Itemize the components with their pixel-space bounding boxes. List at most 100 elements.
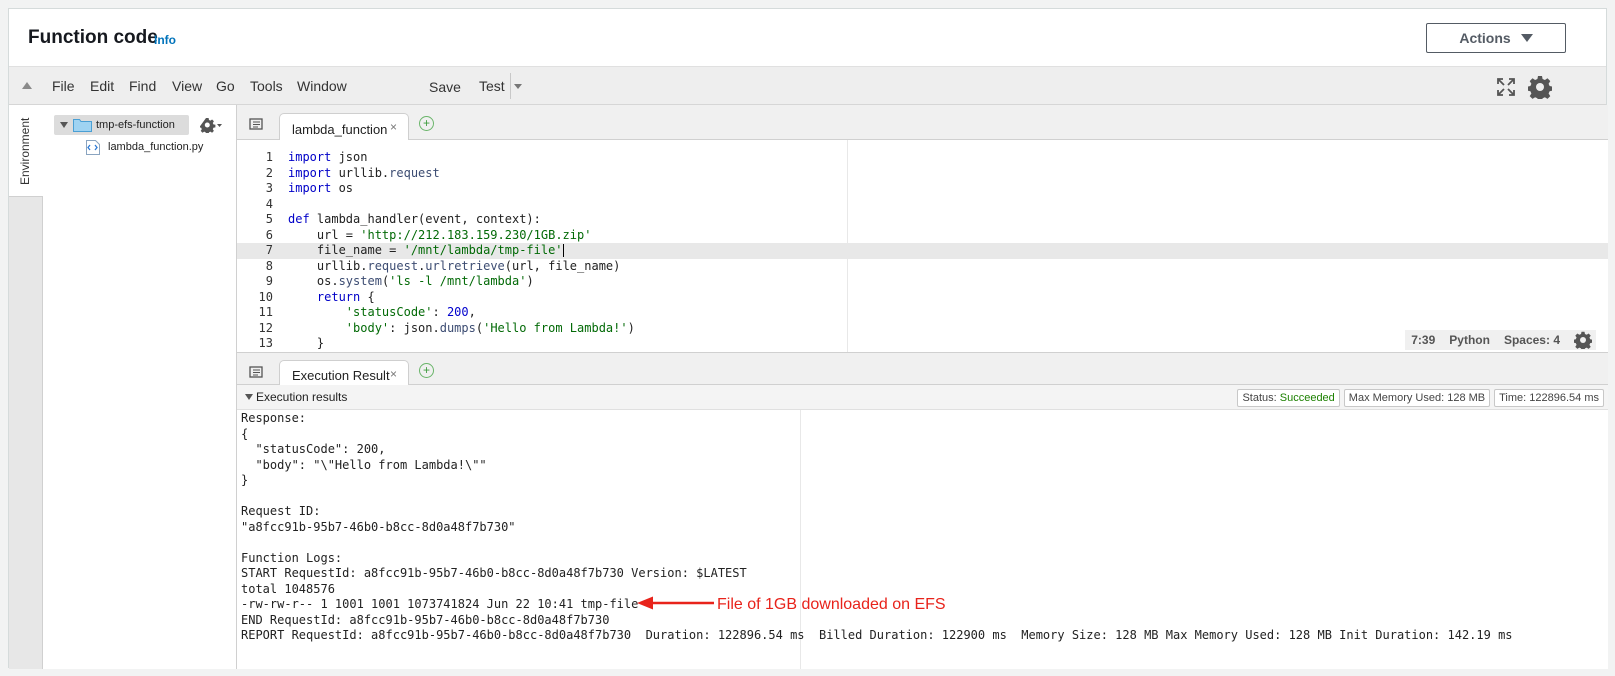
code-line[interactable]: 10 return {: [237, 290, 1608, 306]
environment-tab[interactable]: Environment: [9, 105, 43, 197]
output-line: START RequestId: a8fcc91b-95b7-46b0-b8cc…: [241, 566, 747, 580]
output-line: "a8fcc91b-95b7-46b0-b8cc-8d0a48f7b730": [241, 519, 516, 534]
line-number: 11: [258, 305, 273, 319]
max-memory-badge: Max Memory Used: 128 MB: [1343, 389, 1491, 407]
code-text: url = 'http://212.183.159.230/1GB.zip': [288, 227, 592, 242]
code-line[interactable]: 2 import urllib.request: [237, 166, 1608, 182]
menu-window[interactable]: Window: [297, 78, 347, 94]
test-button[interactable]: Test: [479, 78, 505, 94]
line-number: 6: [265, 227, 273, 242]
output-line: {: [241, 426, 249, 441]
annotation-arrow-icon: [637, 596, 714, 610]
code-text: file_name = '/mnt/lambda/tmp-file': [288, 243, 564, 257]
line-number: 2: [265, 165, 273, 180]
tree-root-folder[interactable]: tmp-efs-function: [54, 115, 189, 135]
close-icon[interactable]: ×: [390, 120, 397, 134]
code-line[interactable]: 13 }: [237, 336, 1608, 352]
result-tab-list-icon[interactable]: [249, 366, 263, 378]
editor-status-bar: 7:39 Python Spaces: 4: [1405, 330, 1596, 350]
output-line: Request ID:: [241, 504, 321, 518]
code-text: 'body': json.dumps('Hello from Lambda!'): [345, 320, 635, 335]
result-close-icon[interactable]: ×: [390, 367, 397, 381]
output-line: "body": "\"Hello from Lambda!\"": [241, 457, 487, 472]
file-tree: tmp-efs-function lambda_function.py: [43, 105, 237, 669]
code-text: def lambda_handler(event, context):: [288, 212, 541, 226]
code-line[interactable]: 12 'body': json.dumps('Hello from Lambda…: [237, 321, 1608, 337]
language-mode[interactable]: Python: [1449, 333, 1490, 347]
panel-header: Function code Info Actions: [9, 9, 1606, 66]
output-line: }: [241, 473, 249, 487]
status-badge: Status: Succeeded: [1237, 389, 1340, 407]
environment-tab-label: Environment: [18, 117, 32, 185]
menu-view[interactable]: View: [172, 78, 202, 94]
function-code-panel: Function code Info Actions File Edit Fin…: [8, 8, 1608, 669]
tab-execution-result[interactable]: Execution Result ×: [279, 360, 409, 386]
tree-root-label: tmp-efs-function: [96, 119, 175, 131]
tab-lambda-function[interactable]: lambda_function ×: [279, 113, 409, 141]
tab-list-icon[interactable]: [249, 118, 263, 130]
code-line[interactable]: 9 os.system('ls -l /mnt/lambda'): [237, 274, 1608, 290]
code-line[interactable]: 11 'statusCode': 200,: [237, 305, 1608, 321]
menu-go[interactable]: Go: [216, 78, 235, 94]
execution-output: Response:{ "statusCode": 200, "body": "\…: [237, 410, 1608, 669]
expand-arrow-icon[interactable]: [60, 122, 68, 128]
line-number: 13: [258, 336, 273, 350]
add-result-tab-icon[interactable]: +: [419, 363, 434, 378]
menu-tools[interactable]: Tools: [250, 78, 283, 94]
status-value: Succeeded: [1279, 392, 1335, 404]
menu-file[interactable]: File: [52, 78, 75, 94]
code-line[interactable]: 1 import json: [237, 150, 1608, 166]
code-text: 'statusCode': 200,: [345, 305, 476, 319]
annotation-text: File of 1GB downloaded on EFS: [717, 596, 946, 613]
environment-sidebar: Environment: [9, 105, 43, 669]
line-number: 9: [265, 274, 273, 288]
editor-settings-gear-icon[interactable]: [1574, 331, 1592, 349]
output-line: "statusCode": 200,: [241, 442, 386, 456]
caret-down-icon: [1520, 34, 1533, 42]
code-editor[interactable]: 1 import json 2 import urllib.request 3 impor…: [237, 140, 1608, 352]
line-number: 4: [265, 196, 273, 211]
code-line[interactable]: 4: [237, 197, 1608, 213]
output-line: Response:: [241, 411, 307, 425]
editor-tab-bar: lambda_function × +: [237, 105, 1608, 141]
execution-results-header: Execution results Status: Succeeded Max …: [237, 385, 1608, 410]
page-title: Function code: [28, 27, 158, 48]
test-dropdown-icon[interactable]: [514, 84, 522, 89]
code-line[interactable]: 3 import os: [237, 181, 1608, 197]
output-line: -rw-rw-r-- 1 1001 1001 1073741824 Jun 22…: [241, 597, 639, 611]
time-badge: Time: 122896.54 ms: [1494, 389, 1604, 407]
output-line: END RequestId: a8fcc91b-95b7-46b0-b8cc-8…: [241, 612, 610, 627]
collapse-icon[interactable]: [22, 82, 32, 89]
info-link[interactable]: Info: [154, 33, 176, 47]
result-tab-label: Execution Result: [292, 368, 390, 383]
tree-file-label: lambda_function.py: [108, 141, 204, 153]
line-number: 1: [265, 150, 273, 164]
code-text: import urllib.request: [288, 165, 440, 180]
code-line[interactable]: 6 url = 'http://212.183.159.230/1GB.zip': [237, 228, 1608, 244]
text-cursor: [562, 244, 564, 257]
status-prefix: Status:: [1242, 392, 1280, 404]
save-button[interactable]: Save: [429, 79, 461, 95]
collapse-results-icon[interactable]: [245, 394, 253, 400]
python-file-icon: [86, 140, 100, 155]
code-line[interactable]: 5 def lambda_handler(event, context):: [237, 212, 1608, 228]
execution-results-label[interactable]: Execution results: [256, 390, 347, 404]
fullscreen-icon[interactable]: [1496, 77, 1516, 97]
actions-button[interactable]: Actions: [1426, 23, 1566, 53]
actions-label: Actions: [1459, 30, 1511, 46]
result-tab-bar: Execution Result × +: [237, 352, 1608, 386]
line-number: 12: [258, 320, 273, 335]
tree-settings-gear-icon[interactable]: [200, 117, 222, 133]
code-text: import json: [288, 150, 368, 164]
menu-edit[interactable]: Edit: [90, 78, 114, 94]
code-line[interactable]: 8 urllib.request.urlretrieve(url, file_n…: [237, 259, 1608, 275]
indent-setting[interactable]: Spaces: 4: [1504, 333, 1560, 347]
add-tab-icon[interactable]: +: [419, 116, 434, 131]
code-line[interactable]: 7 file_name = '/mnt/lambda/tmp-file': [237, 243, 1608, 259]
code-text: os.system('ls -l /mnt/lambda'): [288, 274, 534, 288]
gear-icon[interactable]: [1528, 75, 1552, 99]
line-number: 3: [265, 181, 273, 195]
code-text: urllib.request.urlretrieve(url, file_nam…: [288, 258, 621, 273]
menu-find[interactable]: Find: [129, 78, 156, 94]
code-text: import os: [288, 181, 354, 195]
